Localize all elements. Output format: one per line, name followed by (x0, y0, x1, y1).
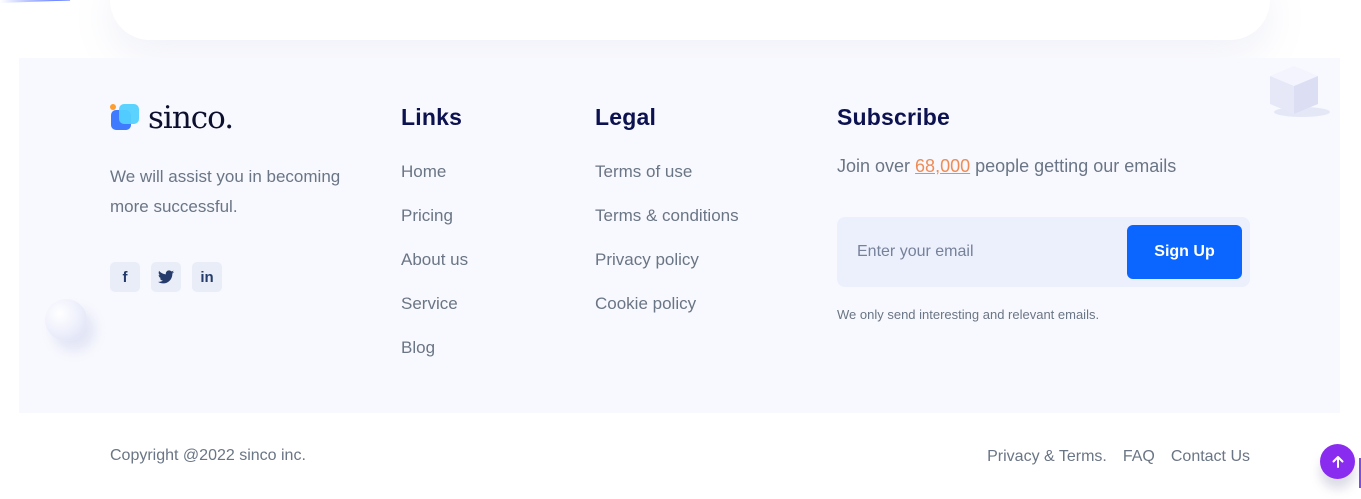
link-blog[interactable]: Blog (401, 338, 435, 357)
email-input[interactable] (857, 237, 1117, 267)
link-cookie-policy[interactable]: Cookie policy (595, 294, 696, 313)
linkedin-button[interactable]: in (192, 262, 222, 292)
section-above-card (110, 0, 1270, 40)
link-pricing[interactable]: Pricing (401, 206, 453, 225)
copyright-text: Copyright @2022 sinco inc. (110, 447, 306, 464)
brand-name: sinco. (148, 99, 234, 136)
subscribe-form: Sign Up (837, 217, 1250, 287)
link-contact-us[interactable]: Contact Us (1171, 448, 1250, 466)
link-privacy-policy[interactable]: Privacy policy (595, 250, 699, 269)
subscriber-count-link[interactable]: 68,000 (915, 156, 970, 176)
twitter-icon (158, 270, 174, 284)
links-list: Home Pricing About us Service Blog (401, 162, 468, 382)
back-to-top-button[interactable] (1320, 444, 1355, 479)
brand-logo[interactable]: sinco. (110, 99, 234, 136)
decorative-cube-icon (1270, 66, 1330, 117)
link-item: Pricing (401, 206, 468, 250)
twitter-button[interactable] (151, 262, 181, 292)
legal-item: Terms & conditions (595, 206, 739, 250)
subscribe-text-before: Join over (837, 156, 916, 176)
link-terms-conditions[interactable]: Terms & conditions (595, 206, 739, 225)
link-privacy-terms[interactable]: Privacy & Terms. (987, 448, 1107, 466)
link-item: About us (401, 250, 468, 294)
bottom-links: Privacy & Terms. FAQ Contact Us (987, 448, 1250, 466)
legal-column: Legal Terms of use Terms & conditions Pr… (595, 104, 739, 338)
legal-heading: Legal (595, 104, 657, 130)
legal-item: Cookie policy (595, 294, 739, 338)
linkedin-icon: in (200, 268, 214, 286)
arrow-up-icon (1332, 455, 1343, 468)
subscribe-column: Subscribe Join over 68,000 people gettin… (837, 104, 1257, 177)
subscribe-note: We only send interesting and relevant em… (837, 307, 1100, 322)
facebook-button[interactable]: f (110, 262, 140, 292)
subscribe-text-after: people getting our emails (970, 156, 1177, 176)
legal-item: Terms of use (595, 162, 739, 206)
logo-icon (110, 102, 140, 134)
links-column: Links Home Pricing About us Service Blog (401, 104, 468, 382)
link-terms-of-use[interactable]: Terms of use (595, 162, 692, 181)
subscribe-description: Join over 68,000 people getting our emai… (837, 156, 1257, 177)
link-item: Service (401, 294, 468, 338)
facebook-icon: f (122, 268, 128, 286)
decorative-accent-line (0, 0, 71, 3)
link-item: Blog (401, 338, 468, 382)
social-links: f in (110, 262, 222, 292)
links-heading: Links (401, 104, 463, 130)
link-item: Home (401, 162, 468, 206)
link-home[interactable]: Home (401, 162, 446, 181)
brand-tagline: We will assist you in becoming more succ… (110, 167, 341, 216)
link-about-us[interactable]: About us (401, 250, 468, 269)
decorative-sphere (45, 299, 87, 341)
sign-up-button[interactable]: Sign Up (1127, 225, 1242, 279)
subscribe-heading: Subscribe (837, 104, 951, 130)
link-service[interactable]: Service (401, 294, 458, 313)
legal-list: Terms of use Terms & conditions Privacy … (595, 162, 739, 338)
link-faq[interactable]: FAQ (1123, 448, 1155, 466)
legal-item: Privacy policy (595, 250, 739, 294)
